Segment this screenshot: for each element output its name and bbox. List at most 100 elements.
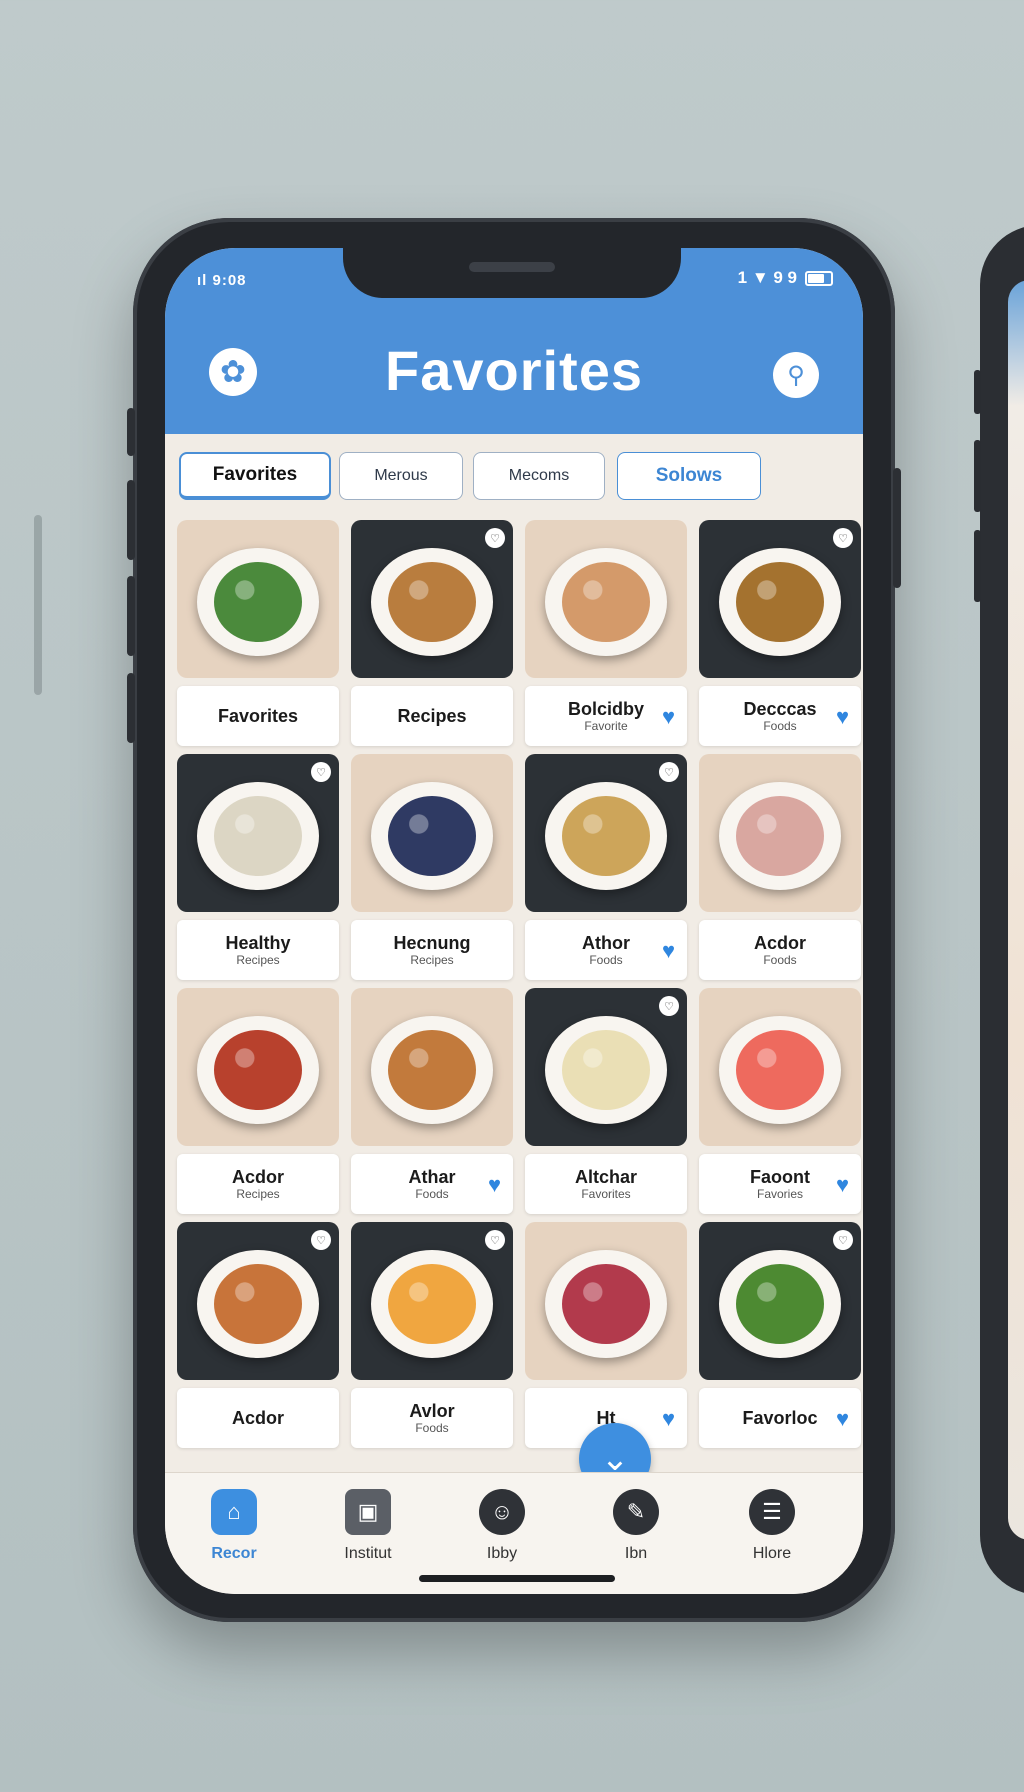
recipe-image: ♡ (177, 1222, 339, 1380)
recipe-label: Favorites (177, 686, 339, 746)
food (388, 1030, 476, 1111)
tab-bar: Favorites Merous Mecoms Solows (179, 452, 849, 502)
heart-icon[interactable]: ♥ (662, 938, 675, 964)
recipe-title: Favorloc (742, 1408, 818, 1428)
recipe-card[interactable]: Bolcidby Favorite ♥ (525, 520, 687, 746)
food (736, 1030, 824, 1111)
recipe-image: ♡ (177, 754, 339, 912)
plate (197, 1016, 319, 1125)
recipe-card[interactable]: Favorites (177, 520, 339, 746)
heart-icon[interactable]: ♥ (836, 1172, 849, 1198)
recipe-card[interactable]: ♡ Acdor (177, 1222, 339, 1448)
page-title: Favorites (385, 339, 643, 402)
heart-outline-icon[interactable]: ♡ (485, 1230, 505, 1250)
recipe-card[interactable]: ♡ Decccas Foods ♥ (699, 520, 861, 746)
recipe-title: Faoont (750, 1167, 810, 1187)
recipe-label: Altchar Favorites (525, 1154, 687, 1214)
app-header: ıl 9:08 1 ▼ 9 9 ✿ Favorites ⚲ (165, 248, 863, 434)
recipe-label: Avlor Foods (351, 1388, 513, 1448)
heart-icon[interactable]: ♥ (836, 704, 849, 730)
chat-icon: ✎ (613, 1489, 659, 1535)
heart-outline-icon[interactable]: ♡ (311, 1230, 331, 1250)
plate (371, 548, 493, 657)
recipe-title: Hecnung (393, 933, 471, 953)
plate (371, 782, 493, 891)
nav-item-institut[interactable]: ▣ Institut (323, 1489, 413, 1563)
recipe-label: Hecnung Recipes (351, 920, 513, 980)
food (736, 1264, 824, 1345)
heart-outline-icon[interactable]: ♡ (311, 762, 331, 782)
food (388, 1264, 476, 1345)
nav-label: Ibby (486, 1545, 518, 1562)
heart-outline-icon[interactable]: ♡ (485, 528, 505, 548)
tab-solows[interactable]: Solows (617, 452, 761, 500)
recipe-title: Acdor (753, 933, 806, 953)
recipe-card[interactable]: Faoont Favories ♥ (699, 988, 861, 1214)
recipe-label: Acdor Recipes (177, 1154, 339, 1214)
search-icon[interactable]: ⚲ (773, 352, 819, 398)
speaker (469, 262, 555, 272)
food (214, 562, 302, 643)
heart-icon[interactable]: ♥ (836, 1406, 849, 1432)
recipe-card[interactable]: Athar Foods ♥ (351, 988, 513, 1214)
food (562, 562, 650, 643)
background-mark (34, 515, 42, 695)
background-phone-button (974, 370, 981, 414)
power-button (893, 468, 901, 588)
food (214, 796, 302, 877)
tab-merous[interactable]: Merous (339, 452, 463, 500)
recipe-card[interactable]: Hecnung Recipes (351, 754, 513, 980)
plate (545, 548, 667, 657)
heart-outline-icon[interactable]: ♡ (659, 996, 679, 1016)
recipe-card[interactable]: ♡ Avlor Foods (351, 1222, 513, 1448)
plate (719, 782, 841, 891)
recipe-image (525, 1222, 687, 1380)
plate (719, 1016, 841, 1125)
tab-favorites[interactable]: Favorites (179, 452, 331, 500)
recipe-label: Recipes (351, 686, 513, 746)
plate (545, 782, 667, 891)
status-time: ıl 9:08 (197, 272, 247, 289)
nav-item-more[interactable]: ☰ Hlore (727, 1489, 817, 1563)
heart-icon[interactable]: ♥ (662, 1406, 675, 1432)
heart-icon[interactable]: ♥ (662, 704, 675, 730)
recipe-title: Avlor (409, 1401, 455, 1421)
recipe-subtitle: Favorite (584, 719, 628, 733)
recipe-subtitle: Recipes (236, 1187, 280, 1201)
volume-up-button (127, 480, 135, 560)
recipe-card[interactable]: Acdor Recipes (177, 988, 339, 1214)
heart-outline-icon[interactable]: ♡ (833, 1230, 853, 1250)
recipe-card[interactable]: Ht ♥ (525, 1222, 687, 1448)
nav-label: Institut (344, 1545, 392, 1562)
heart-outline-icon[interactable]: ♡ (659, 762, 679, 782)
recipe-card[interactable]: ♡ Athor Foods ♥ (525, 754, 687, 980)
bottom-navigation: ⌂ Recor ▣ Institut ☺ Ibby ✎ Ibn ☰ Hlore (165, 1472, 863, 1594)
recipe-label: Favorloc ♥ (699, 1388, 861, 1448)
background-phone-button (974, 440, 981, 512)
recipe-subtitle: Foods (415, 1421, 449, 1435)
recipe-image: ♡ (699, 520, 861, 678)
heart-icon[interactable]: ♥ (488, 1172, 501, 1198)
food (562, 796, 650, 877)
nav-label: Ibn (624, 1545, 648, 1562)
recipe-image (177, 520, 339, 678)
recipe-label: Acdor Foods (699, 920, 861, 980)
recipe-card[interactable]: ♡ Altchar Favorites (525, 988, 687, 1214)
recipe-card[interactable]: Acdor Foods (699, 754, 861, 980)
recipe-label: Bolcidby Favorite ♥ (525, 686, 687, 746)
mute-switch (127, 408, 135, 456)
nav-item-chat[interactable]: ✎ Ibn (591, 1489, 681, 1563)
status-indicators: 1 ▼ 9 9 (738, 268, 833, 288)
plate (197, 782, 319, 891)
heart-outline-icon[interactable]: ♡ (833, 528, 853, 548)
nav-item-home[interactable]: ⌂ Recor (189, 1489, 279, 1563)
recipe-card[interactable]: ♡ Recipes (351, 520, 513, 746)
nav-item-profile[interactable]: ☺ Ibby (457, 1489, 547, 1563)
recipe-title: Athor (582, 933, 630, 953)
tab-mecoms[interactable]: Mecoms (473, 452, 605, 500)
recipe-title: Decccas (743, 699, 817, 719)
recipe-card[interactable]: ♡ Healthy Recipes (177, 754, 339, 980)
plate (371, 1016, 493, 1125)
recipe-card[interactable]: ♡ Favorloc ♥ (699, 1222, 861, 1448)
recipe-title: Bolcidby (567, 699, 644, 719)
